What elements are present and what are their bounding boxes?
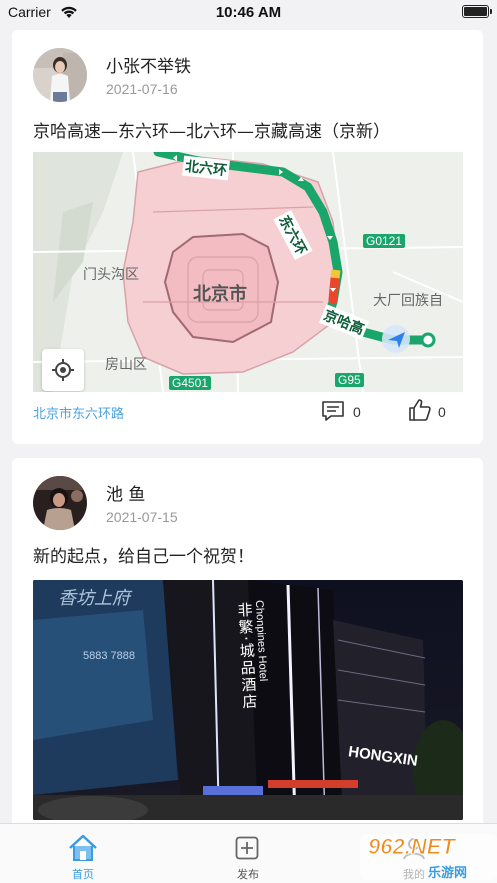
like-count: 0	[438, 404, 446, 420]
home-icon	[68, 834, 98, 866]
post-date: 2021-07-15	[106, 509, 178, 525]
status-bar: Carrier 10:46 AM	[0, 0, 497, 26]
add-square-icon	[235, 836, 259, 864]
post-card[interactable]: 小张不举铁 2021-07-16 京哈高速—东六环—北六环—京藏高速（京新） 北…	[12, 30, 483, 444]
locate-icon	[52, 359, 74, 385]
road-badge: G4501	[169, 376, 212, 390]
tab-home[interactable]: 首页	[43, 824, 123, 883]
avatar[interactable]	[33, 476, 87, 530]
tab-label: 首页	[72, 868, 94, 881]
tab-publish[interactable]: 发布	[208, 824, 288, 883]
locate-button[interactable]	[42, 349, 84, 391]
username[interactable]: 池 鱼	[106, 480, 145, 505]
post-text: 京哈高速—东六环—北六环—京藏高速（京新）	[33, 122, 390, 142]
post-text: 新的起点，给自己一个祝贺！	[33, 547, 254, 567]
road-badge: G0121	[363, 234, 406, 248]
comment-icon[interactable]	[321, 400, 345, 426]
tab-label: 发布	[237, 868, 259, 881]
route-map[interactable]: 北六环 东六环 京哈高 北京市 门头沟区 房山区 大厂回族自 G0121 G45…	[33, 152, 463, 392]
map-label-mentougou: 门头沟区	[83, 267, 139, 283]
thumbs-up-icon[interactable]	[408, 398, 432, 426]
avatar[interactable]	[33, 48, 87, 102]
post-card[interactable]: 池 鱼 2021-07-15 新的起点，给自己一个祝贺！ 香坊上府 5883 7…	[12, 458, 483, 828]
post-photo[interactable]: 香坊上府 5883 7888 非繁·城品酒店 Chonpines Hotel H…	[33, 580, 463, 820]
map-label-dachang: 大厂回族自	[373, 293, 443, 309]
location-link[interactable]: 北京市东六环路	[33, 403, 124, 422]
site-watermark: 962.NET 乐游网	[360, 830, 497, 883]
road-badge: G95	[335, 373, 364, 387]
billboard-phone: 5883 7888	[83, 650, 135, 662]
battery-icon	[462, 5, 492, 18]
billboard-text: 香坊上府	[58, 588, 130, 609]
watermark-subtext: 乐游网	[428, 866, 468, 881]
map-label-fangshan: 房山区	[105, 357, 147, 373]
watermark-text: 962.NET	[368, 834, 456, 860]
map-label-beijing: 北京市	[193, 284, 247, 305]
clock: 10:46 AM	[215, 4, 282, 21]
post-date: 2021-07-16	[106, 81, 178, 97]
comment-count: 0	[353, 404, 361, 420]
username[interactable]: 小张不举铁	[106, 52, 191, 77]
